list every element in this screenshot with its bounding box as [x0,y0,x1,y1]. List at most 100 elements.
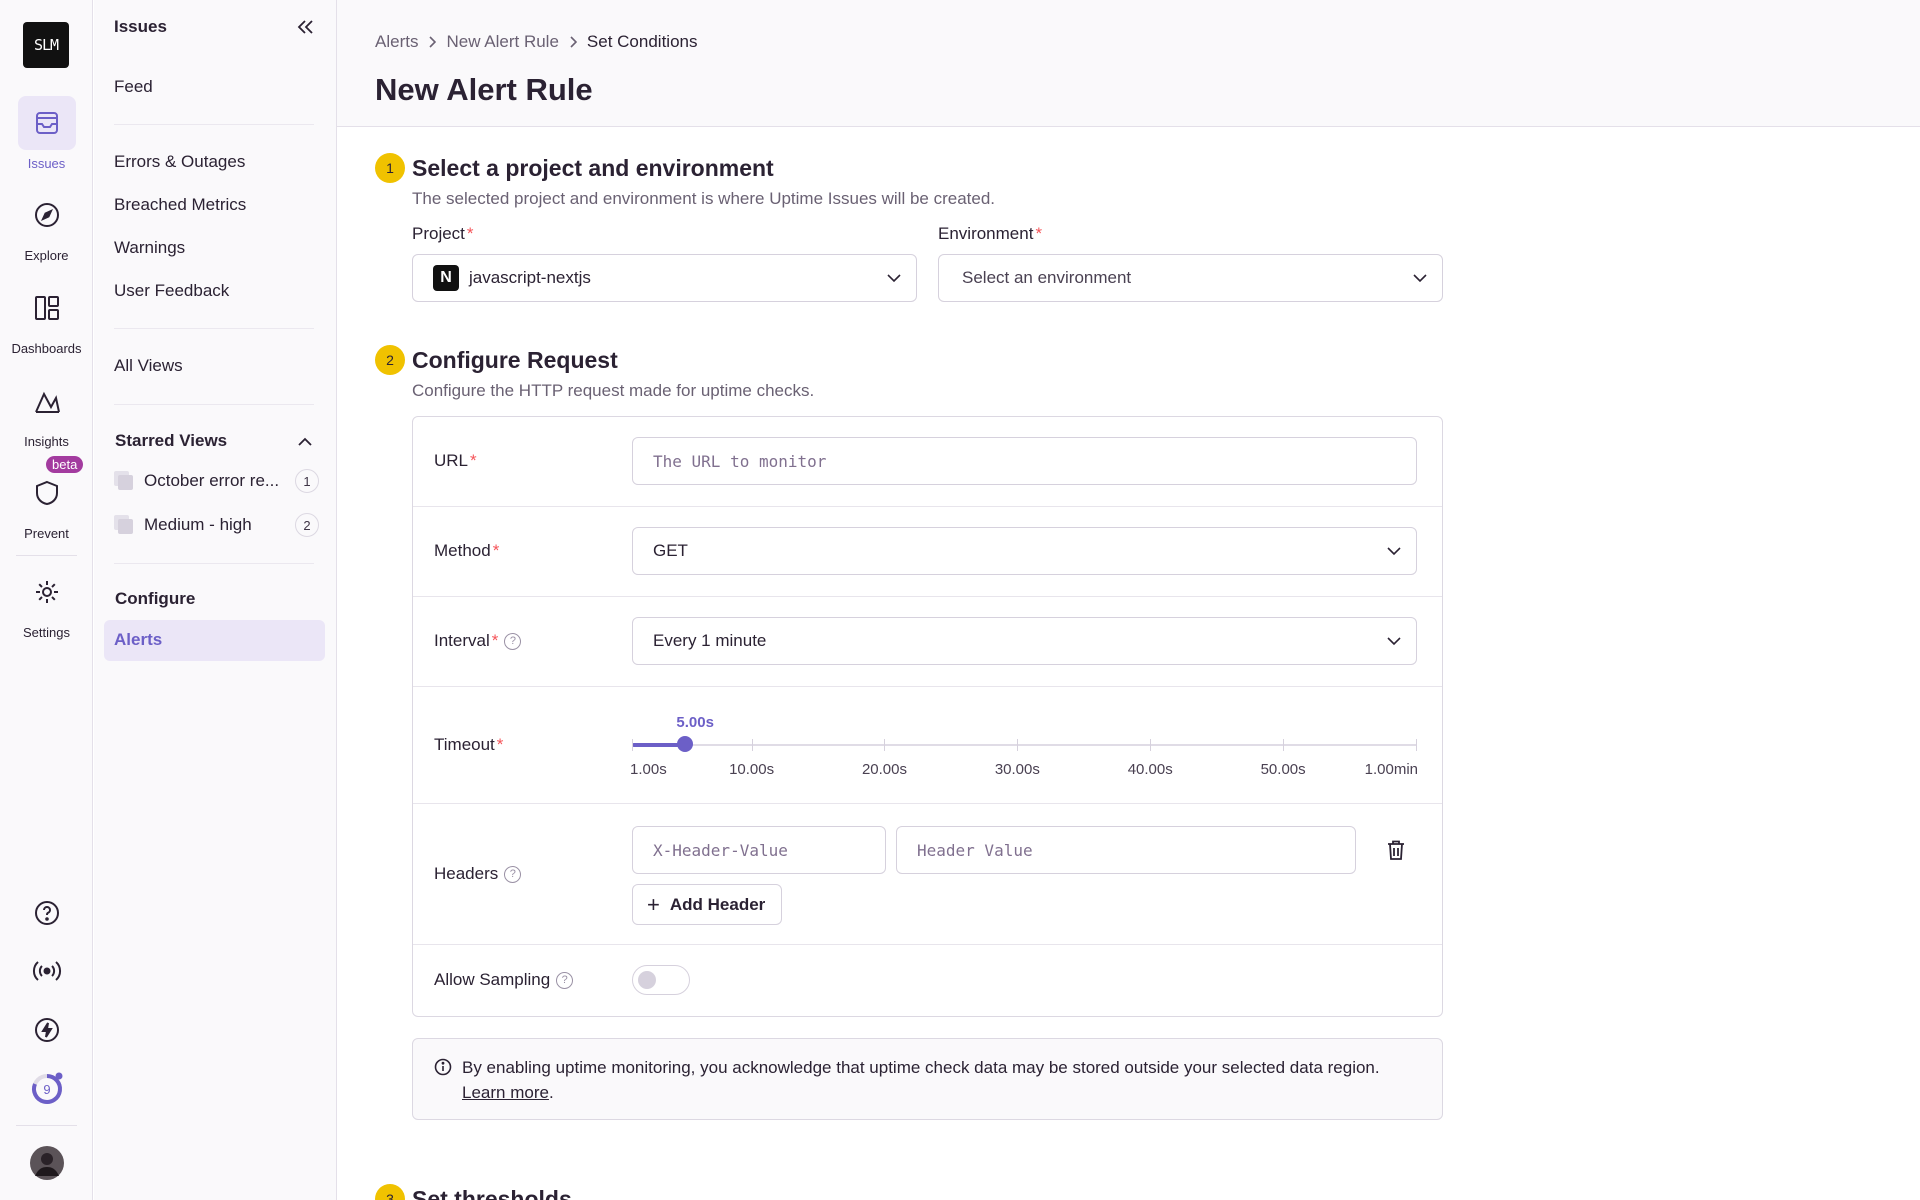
environment-placeholder: Select an environment [962,268,1132,287]
view-count-badge: 2 [295,513,319,537]
sidebar-item-breached-metrics[interactable]: Breached Metrics [114,195,246,215]
rail-item-insights[interactable]: Insights [0,374,93,449]
starred-view-item[interactable]: October error re... 1 [114,467,319,495]
step-number: 2 [375,345,405,375]
url-placeholder: The URL to monitor [653,451,827,471]
data-region-notice: By enabling uptime monitoring, you ackno… [412,1038,1443,1120]
timeout-slider-thumb[interactable] [677,736,694,752]
divider [413,944,1442,945]
help-icon[interactable] [0,899,93,927]
trash-icon[interactable] [1387,840,1405,865]
header-key-input[interactable]: X-Header-Value [632,826,886,874]
divider [413,686,1442,687]
starred-view-label: Medium - high [144,515,252,534]
plus-icon: + [647,891,660,917]
project-select[interactable]: N javascript-nextjs [412,254,917,302]
step-description: Configure the HTTP request made for upti… [412,381,815,400]
rail-label: Dashboards [11,341,82,356]
chevron-right-icon [428,36,437,48]
view-icon [114,471,134,491]
slider-tick [1017,739,1019,751]
sidebar-item-label: Alerts [114,630,163,649]
chevron-up-icon[interactable] [294,431,316,453]
slider-tick [884,739,886,751]
help-icon[interactable]: ? [556,971,574,989]
step-title: Configure Request [412,347,618,373]
rail-label: Explore [24,248,69,263]
gear-icon [18,565,76,619]
breadcrumb-alerts[interactable]: Alerts [375,32,418,52]
interval-select[interactable]: Every 1 minute [632,617,1417,665]
nextjs-icon: N [433,265,459,291]
lightning-icon[interactable] [0,1016,93,1044]
avatar[interactable] [0,1145,93,1181]
step-number: 1 [375,153,405,183]
header-value-placeholder: Header Value [917,840,1033,860]
starred-view-item[interactable]: Medium - high 2 [114,511,319,539]
divider [114,124,314,125]
method-select[interactable]: GET [632,527,1417,575]
org-logo[interactable]: SLM [23,22,69,68]
rail-label: Prevent [24,526,69,541]
timeout-value: 5.00s [676,714,714,731]
slider-tick [751,739,753,751]
headers-label: Headers? [434,864,522,884]
collapse-sidebar-icon[interactable] [294,16,316,38]
environment-select[interactable]: Select an environment [938,254,1443,302]
shield-icon [18,466,76,520]
sidebar-item-warnings[interactable]: Warnings [114,238,185,258]
slider-tick-label: 20.00s [861,761,907,778]
header-value-input[interactable]: Header Value [896,826,1356,874]
divider [413,596,1442,597]
onboarding-progress-icon[interactable]: 9 [0,1071,93,1107]
step-title: Set thresholds [412,1186,572,1200]
timeout-slider-track[interactable] [632,744,1416,746]
rail-item-settings[interactable]: Settings [0,565,93,640]
help-icon[interactable]: ? [504,632,522,650]
rail-item-dashboards[interactable]: Dashboards [0,281,93,356]
rail-item-explore[interactable]: Explore [0,188,93,263]
sidebar-title: Issues [114,17,167,36]
chevron-down-icon [1412,270,1428,291]
project-label: Project * [412,224,474,243]
interval-label: Interval *? [434,631,522,651]
view-icon [114,515,134,535]
starred-views-heading[interactable]: Starred Views [115,431,227,451]
slider-tick-label: 40.00s [1127,761,1173,778]
slider-tick-label: 1.00min [1364,761,1418,778]
sidebar-item-alerts[interactable]: Alerts [104,620,325,661]
sidebar-item-errors-outages[interactable]: Errors & Outages [114,152,245,172]
sidebar-item-feed[interactable]: Feed [114,77,153,97]
divider [413,803,1442,804]
help-icon[interactable]: ? [504,865,522,883]
add-header-button[interactable]: + Add Header [632,884,783,925]
divider [114,563,314,564]
divider [413,506,1442,507]
slider-tick-label: 30.00s [994,761,1040,778]
sidebar-item-all-views[interactable]: All Views [114,356,183,376]
learn-more-link[interactable]: Learn more [462,1083,549,1102]
step-title: Select a project and environment [412,155,774,181]
rail-label: Insights [24,434,69,449]
rail-item-issues[interactable]: Issues [0,96,93,171]
slider-tick [632,739,633,751]
chevron-down-icon [886,270,902,291]
divider [114,404,314,405]
interval-value: Every 1 minute [653,631,767,650]
breadcrumb-current: Set Conditions [586,32,698,51]
broadcast-icon[interactable] [0,957,93,985]
step-number: 3 [375,1184,405,1200]
onboarding-count: 9 [43,1082,50,1097]
slider-tick [1283,739,1285,751]
chevron-down-icon [1386,543,1402,564]
main-content: Alerts New Alert Rule Set Conditions New… [337,0,1920,1200]
add-header-label: Add Header [669,894,766,914]
rail-item-prevent[interactable]: beta Prevent [0,456,93,541]
url-input[interactable]: The URL to monitor [632,437,1417,485]
dashboard-icon [18,281,76,335]
breadcrumb-new-alert-rule[interactable]: New Alert Rule [446,32,558,52]
allow-sampling-toggle[interactable] [632,965,690,995]
sidebar-item-user-feedback[interactable]: User Feedback [114,281,229,301]
chevron-down-icon [1386,633,1402,654]
inbox-icon [17,96,76,150]
